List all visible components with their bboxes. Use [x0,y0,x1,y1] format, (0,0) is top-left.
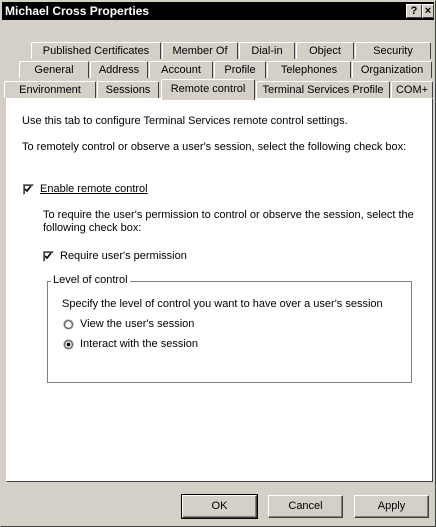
tab-dial-in[interactable]: Dial-in [239,42,295,59]
tab-telephones[interactable]: Telephones [267,61,351,78]
tab-com-plus[interactable]: COM+ [391,81,433,98]
interact-session-radio[interactable] [63,339,74,350]
instructions-text: To remotely control or observe a user's … [22,141,407,153]
checkmark-icon [45,253,52,260]
require-permission-checkbox[interactable] [43,251,54,262]
level-description-text: Specify the level of control you want to… [62,298,383,310]
tab-published-certificates[interactable]: Published Certificates [31,42,161,59]
enable-remote-control-checkbox[interactable] [23,184,34,195]
tab-row-2: General Address Account Profile Telephon… [1,61,436,79]
ok-button[interactable]: OK [181,494,258,519]
tab-environment[interactable]: Environment [4,81,96,98]
intro-text: Use this tab to configure Terminal Servi… [22,115,348,127]
tab-terminal-services-profile[interactable]: Terminal Services Profile [256,81,390,98]
tab-row-3: Environment Sessions Remote control Term… [1,79,436,100]
radio-selected-dot [66,342,71,347]
require-permission-label-text: Require user's permission [60,250,187,262]
tab-profile[interactable]: Profile [214,61,266,78]
level-of-control-title: Level of control [51,274,130,286]
tab-account[interactable]: Account [149,61,213,78]
remote-control-panel: Use this tab to configure Terminal Servi… [6,98,433,482]
properties-dialog: Michael Cross Properties ? × Published C… [0,0,436,527]
tab-member-of[interactable]: Member Of [162,42,238,59]
tab-security[interactable]: Security [355,42,431,59]
checkmark-icon [25,186,32,193]
tab-object[interactable]: Object [296,42,354,59]
cancel-button[interactable]: Cancel [268,495,343,518]
tab-organization[interactable]: Organization [352,61,432,78]
permission-instructions-text: To require the user's permission to cont… [43,209,414,234]
view-session-label[interactable]: View the user's session [80,318,194,331]
apply-button[interactable]: Apply [354,495,429,518]
tab-general[interactable]: General [19,61,89,78]
tab-remote-control[interactable]: Remote control [161,79,255,100]
enable-remote-control-label[interactable]: Enable remote control [40,183,148,196]
tab-address[interactable]: Address [90,61,148,78]
help-button[interactable]: ? [406,4,422,18]
title-bar[interactable]: Michael Cross Properties ? × [2,2,434,20]
interact-session-label[interactable]: Interact with the session [80,338,198,351]
level-of-control-group [47,281,412,383]
close-button[interactable]: × [422,4,434,18]
window-title: Michael Cross Properties [5,4,150,18]
require-permission-label[interactable]: Require user's permission [60,250,187,263]
tab-row-1: Published Certificates Member Of Dial-in… [1,42,436,60]
view-session-radio[interactable] [63,319,74,330]
tab-sessions[interactable]: Sessions [97,81,159,98]
